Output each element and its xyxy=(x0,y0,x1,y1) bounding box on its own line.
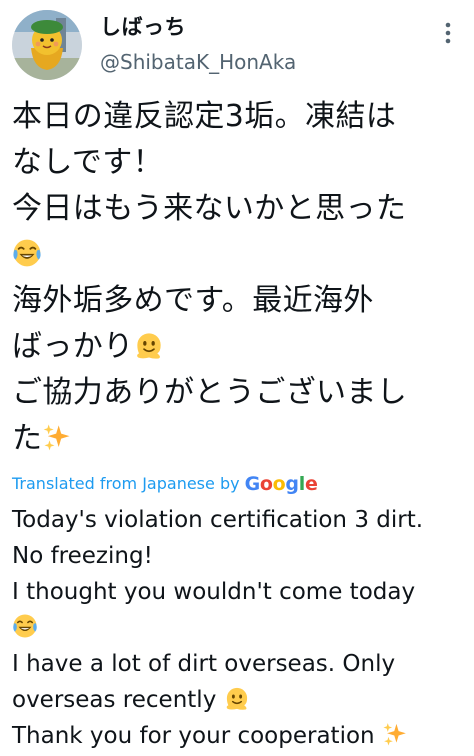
translated-text-line: I have a lot of dirt overseas. Only xyxy=(12,646,464,682)
google-letter: g xyxy=(285,473,299,495)
avatar-image xyxy=(12,10,82,80)
google-letter: e xyxy=(304,473,318,495)
face-with-tears-of-joy-emoji-icon xyxy=(12,238,42,268)
translated-text-line-text: overseas recently xyxy=(12,687,224,713)
translated-text-line: I thought you wouldn't come today xyxy=(12,574,464,610)
google-letter: G xyxy=(244,473,261,495)
translation-attribution[interactable]: Translated from Japanese by Google xyxy=(12,470,464,498)
original-text-line-text: た xyxy=(12,421,43,456)
original-text-line-text: ご協力ありがとうございまし xyxy=(12,375,408,410)
translated-text-line: No freezing! xyxy=(12,538,464,574)
face-with-tears-of-joy-emoji-icon xyxy=(12,613,38,639)
sparkles-emoji-icon xyxy=(42,422,72,452)
original-text-line-text: なしです！ xyxy=(12,145,164,180)
original-text-line-text: 海外垢多めです。最近海外 xyxy=(12,283,374,318)
translated-text-line: Thank you for your cooperation xyxy=(12,718,464,754)
author-names: しばっち @ShibataK_HonAka xyxy=(100,14,296,75)
more-options-button[interactable] xyxy=(438,20,458,46)
translated-text-line-text: No freezing! xyxy=(12,543,153,569)
display-name[interactable]: しばっち xyxy=(100,14,296,40)
tweet-translated-text: Today's violation certification 3 dirt. N… xyxy=(12,502,464,754)
original-text-line: 本日の違反認定3垢。凍結は xyxy=(12,94,464,140)
google-letter: o xyxy=(272,473,286,495)
original-text-line-text: 本日の違反認定3垢。凍結は xyxy=(12,99,397,134)
sparkles-emoji-icon xyxy=(382,721,408,747)
melting-face-emoji-icon xyxy=(134,330,164,360)
original-text-line: た xyxy=(12,416,464,462)
original-text-line xyxy=(12,232,464,278)
google-logo: Google xyxy=(245,472,318,496)
tweet-header: しばっち @ShibataK_HonAka xyxy=(12,10,464,88)
tweet-original-text: 本日の違反認定3垢。凍結は なしです！ 今日はもう来ないかと思った 海外垢多めです。最… xyxy=(12,94,464,462)
google-letter: o xyxy=(259,473,273,495)
translated-text-line xyxy=(12,610,464,646)
original-text-line: なしです！ xyxy=(12,140,464,186)
original-text-line: ばっかり xyxy=(12,324,464,370)
tweet: しばっち @ShibataK_HonAka 本日の違反認定3垢。凍結は なしです！… xyxy=(0,0,474,756)
translated-from-label: Translated from Japanese by xyxy=(12,474,240,493)
original-text-line: ご協力ありがとうございまし xyxy=(12,370,464,416)
original-text-line: 海外垢多めです。最近海外 xyxy=(12,278,464,324)
original-text-line-text: 今日はもう来ないかと思った xyxy=(12,191,407,226)
more-vertical-icon xyxy=(445,22,451,44)
avatar[interactable] xyxy=(12,10,82,80)
translated-text-line-text: I thought you wouldn't come today xyxy=(12,579,416,605)
translated-text-line: Today's violation certification 3 dirt. xyxy=(12,502,464,538)
translated-text-line-text: Thank you for your cooperation xyxy=(12,723,382,749)
translated-text-line-text: Today's violation certification 3 dirt. xyxy=(12,507,424,533)
original-text-line-text: ばっかり xyxy=(12,329,134,364)
user-handle[interactable]: @ShibataK_HonAka xyxy=(100,49,296,75)
translated-text-line-text: I have a lot of dirt overseas. Only xyxy=(12,651,396,677)
translated-text-line: overseas recently xyxy=(12,682,464,718)
original-text-line: 今日はもう来ないかと思った xyxy=(12,186,464,232)
melting-face-emoji-icon xyxy=(224,685,250,711)
